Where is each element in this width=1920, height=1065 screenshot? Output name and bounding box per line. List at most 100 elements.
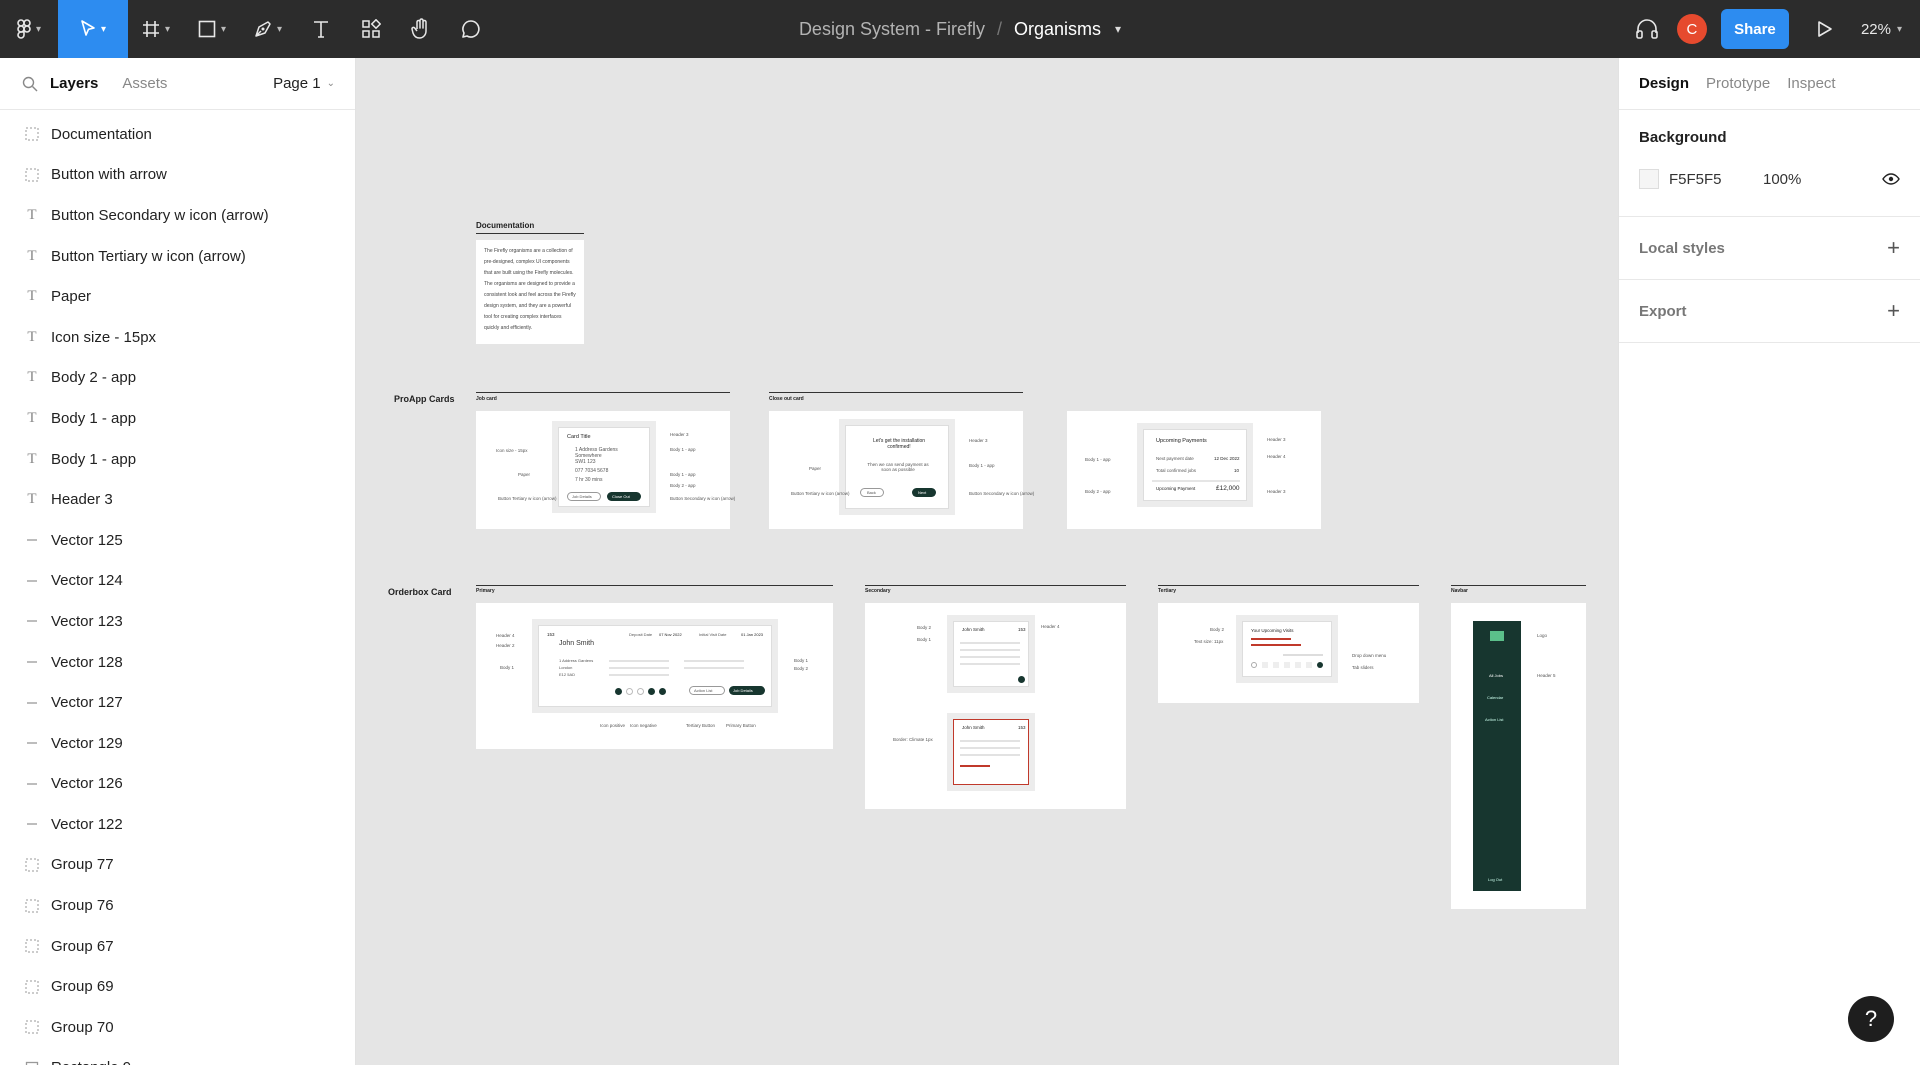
tab-dot[interactable] xyxy=(1251,662,1257,668)
search-icon[interactable] xyxy=(22,76,38,92)
documentation-frame[interactable]: The Firefly organisms are a collection o… xyxy=(476,240,584,344)
visit-alert-line xyxy=(1251,638,1291,640)
secondary-orderbox-warning[interactable]: John Smith 153 xyxy=(953,719,1029,785)
tertiary-frame[interactable]: Your Upcoming Visits Body 2 Text size: 1… xyxy=(1158,603,1419,703)
layer-item[interactable]: Vector 123 xyxy=(0,601,355,642)
tab-dot[interactable] xyxy=(1262,662,1268,668)
add-export-icon[interactable]: + xyxy=(1887,298,1900,324)
tab-design[interactable]: Design xyxy=(1639,75,1689,92)
positive-icon xyxy=(615,688,622,695)
layer-label: Body 1 - app xyxy=(51,450,137,468)
zoom-control[interactable]: 22% ▾ xyxy=(1861,21,1902,38)
file-name[interactable]: Design System - Firefly xyxy=(799,19,985,40)
layer-item[interactable]: Group 69 xyxy=(0,966,355,1007)
layer-item[interactable]: Vector 124 xyxy=(0,561,355,602)
present-button[interactable] xyxy=(1817,20,1833,38)
job-card[interactable]: Card Title 1 Address Gardens Somewhere S… xyxy=(558,427,650,507)
design-canvas[interactable]: Documentation The Firefly organisms are … xyxy=(356,58,1618,1065)
eye-icon[interactable] xyxy=(1882,173,1900,185)
background-opacity-input[interactable]: 100% xyxy=(1763,171,1801,188)
tab-inspect[interactable]: Inspect xyxy=(1787,75,1835,92)
close-out-frame[interactable]: Let's get the installation confirmed! Th… xyxy=(769,411,1034,529)
page-selector[interactable]: Page 1 ⌄ xyxy=(273,75,335,92)
nav-item-all-jobs[interactable]: All Jobs xyxy=(1489,673,1503,678)
job-details-primary-button[interactable]: Job Details xyxy=(729,686,765,695)
navbar-frame[interactable]: All Jobs Calendar Action List Log Out Lo… xyxy=(1451,603,1586,909)
text-tool-button[interactable] xyxy=(296,0,346,58)
secondary-orderbox[interactable]: John Smith 153 xyxy=(953,621,1029,687)
pen-tool-button[interactable]: ▾ xyxy=(240,0,296,58)
payments-frame[interactable]: Upcoming Payments Next payment date 12 D… xyxy=(1067,411,1321,529)
layer-item[interactable]: Button with arrow xyxy=(0,155,355,196)
layer-item[interactable]: Vector 126 xyxy=(0,764,355,805)
background-swatch[interactable] xyxy=(1639,169,1659,189)
nav-item-calendar[interactable]: Calendar xyxy=(1487,695,1503,700)
tab-assets[interactable]: Assets xyxy=(122,75,167,92)
tertiary-orderbox[interactable]: Your Upcoming Visits xyxy=(1242,621,1332,677)
tab-dot[interactable] xyxy=(1273,662,1279,668)
nav-item-action-list[interactable]: Action List xyxy=(1485,717,1503,722)
add-local-style-icon[interactable]: + xyxy=(1887,235,1900,261)
layer-item[interactable]: T Body 2 - app xyxy=(0,358,355,399)
move-tool-button[interactable]: ▾ xyxy=(58,0,128,58)
share-button[interactable]: Share xyxy=(1720,9,1789,49)
primary-frame[interactable]: 153 John Smith Deposit Date 07 Nov 2022 … xyxy=(476,603,833,749)
layer-item[interactable]: Vector 127 xyxy=(0,682,355,723)
layer-item[interactable]: T Icon size - 15px xyxy=(0,317,355,358)
next-button[interactable]: Next xyxy=(912,488,936,497)
tab-dot[interactable] xyxy=(1295,662,1301,668)
payments-card[interactable]: Upcoming Payments Next payment date 12 D… xyxy=(1143,429,1247,501)
layer-item[interactable]: Group 70 xyxy=(0,1007,355,1048)
action-list-button[interactable]: Action List xyxy=(689,686,725,695)
background-hex-input[interactable]: F5F5F5 xyxy=(1669,171,1763,188)
back-button[interactable]: Back xyxy=(860,488,884,497)
tab-sliders[interactable] xyxy=(1251,662,1323,668)
comment-icon xyxy=(462,20,480,38)
hand-tool-button[interactable] xyxy=(396,0,446,58)
job-details-button[interactable]: Job Details xyxy=(567,492,601,501)
layer-item[interactable]: Vector 122 xyxy=(0,804,355,845)
layer-item[interactable]: Rectangle 9 xyxy=(0,1048,355,1065)
layer-item[interactable]: T Button Tertiary w icon (arrow) xyxy=(0,236,355,277)
navbar[interactable]: All Jobs Calendar Action List Log Out xyxy=(1473,621,1521,891)
layer-item[interactable]: Group 67 xyxy=(0,926,355,967)
upcoming-visits-title: Your Upcoming Visits xyxy=(1251,628,1294,633)
layer-item[interactable]: Group 76 xyxy=(0,885,355,926)
layer-item[interactable]: Group 77 xyxy=(0,845,355,886)
chevron-down-icon[interactable]: ▾ xyxy=(1115,22,1121,36)
annotation: Tab sliders xyxy=(1352,665,1374,670)
tab-prototype[interactable]: Prototype xyxy=(1706,75,1770,92)
page-name[interactable]: Organisms xyxy=(1014,19,1101,40)
layer-item[interactable]: T Body 1 - app xyxy=(0,398,355,439)
layer-item[interactable]: T Header 3 xyxy=(0,479,355,520)
components-button[interactable] xyxy=(346,0,396,58)
job-card-frame-label: Job card xyxy=(476,396,497,402)
layer-item[interactable]: Documentation xyxy=(0,114,355,155)
layer-item[interactable]: Vector 125 xyxy=(0,520,355,561)
help-button[interactable]: ? xyxy=(1848,996,1894,1042)
components-icon xyxy=(362,19,381,38)
close-out-button[interactable]: Close Out xyxy=(607,492,641,501)
primary-orderbox[interactable]: 153 John Smith Deposit Date 07 Nov 2022 … xyxy=(538,625,772,707)
layer-item[interactable]: T Paper xyxy=(0,276,355,317)
secondary-frame[interactable]: John Smith 153 John Smith 153 Body 2 Bod… xyxy=(865,603,1126,809)
tab-dot[interactable] xyxy=(1306,662,1312,668)
job-card-frame[interactable]: Card Title 1 Address Gardens Somewhere S… xyxy=(476,411,735,529)
tab-layers[interactable]: Layers xyxy=(50,75,98,92)
layer-item[interactable]: T Button Secondary w icon (arrow) xyxy=(0,195,355,236)
dropdown-line[interactable] xyxy=(1283,654,1323,656)
arrow-button-icon[interactable] xyxy=(1018,676,1025,683)
nav-logout[interactable]: Log Out xyxy=(1488,877,1502,882)
layer-item[interactable]: Vector 128 xyxy=(0,642,355,683)
tab-dot[interactable] xyxy=(1317,662,1323,668)
frame-tool-button[interactable]: ▾ xyxy=(128,0,184,58)
comment-tool-button[interactable] xyxy=(446,0,496,58)
layer-item[interactable]: T Body 1 - app xyxy=(0,439,355,480)
layer-item[interactable]: Vector 129 xyxy=(0,723,355,764)
tab-dot[interactable] xyxy=(1284,662,1290,668)
shape-tool-button[interactable]: ▾ xyxy=(184,0,240,58)
avatar[interactable]: C xyxy=(1676,14,1707,44)
close-out-card[interactable]: Let's get the installation confirmed! Th… xyxy=(845,425,949,509)
figma-menu-button[interactable]: ▾ xyxy=(0,0,58,58)
audio-button[interactable] xyxy=(1635,18,1659,40)
